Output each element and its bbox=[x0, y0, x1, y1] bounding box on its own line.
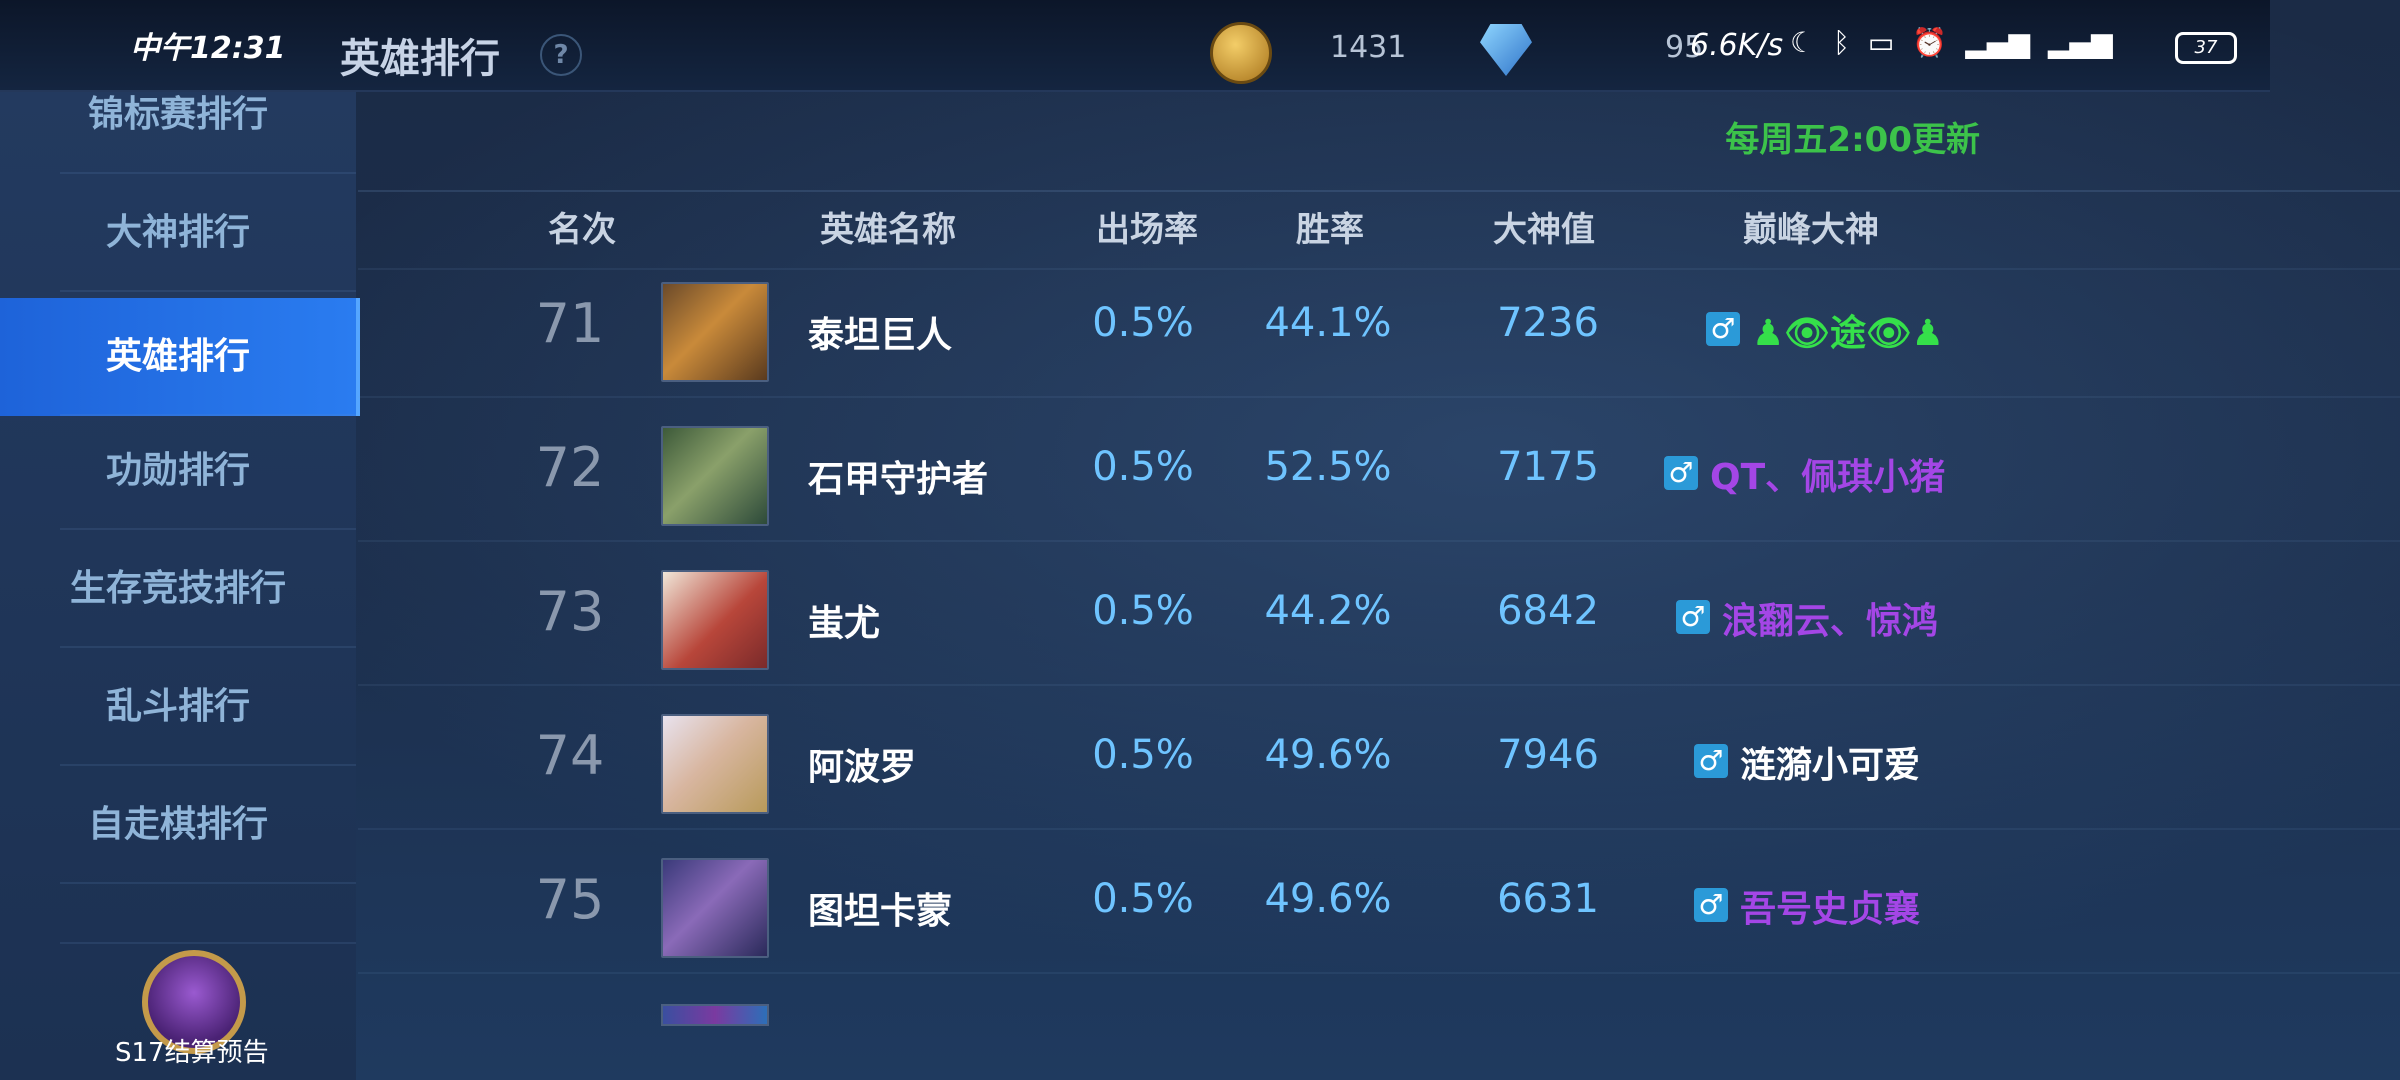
top-player[interactable]: ♟👁途👁♟ bbox=[1752, 304, 1944, 356]
divider bbox=[358, 972, 2400, 974]
male-icon: ♂ bbox=[1676, 600, 1710, 634]
help-icon[interactable]: ? bbox=[540, 34, 582, 76]
sidebar: 锦标赛排行 大神排行 英雄排行 功勋排行 生存竞技排行 乱斗排行 自走棋排行 S… bbox=[0, 92, 360, 1080]
battery-icon: 37 bbox=[2175, 32, 2237, 64]
page-title: 英雄排行 bbox=[340, 36, 500, 82]
gold-coin-icon bbox=[1210, 22, 1272, 84]
hero-name[interactable]: 泰坦巨人 bbox=[808, 306, 952, 358]
column-pick-rate: 出场率 bbox=[1096, 210, 1198, 250]
system-icons: ☾ ᛒ ▭ ⏰ ▂▄▆ ▂▄▆ bbox=[1790, 26, 2112, 59]
signal-icon-2: ▂▄▆ bbox=[2047, 26, 2113, 59]
male-icon: ♂ bbox=[1694, 744, 1728, 778]
top-player[interactable]: 吾号史贞襄 bbox=[1740, 880, 1920, 932]
net-speed: 6.6K/s bbox=[1690, 28, 1784, 63]
sidebar-item-autochess[interactable]: 自走棋排行 bbox=[0, 766, 356, 884]
moon-icon: ☾ bbox=[1790, 26, 1816, 59]
score: 6842 bbox=[1497, 588, 1599, 634]
hero-avatar-apollo[interactable] bbox=[661, 714, 769, 814]
alarm-icon: ⏰ bbox=[1912, 26, 1948, 59]
hero-name[interactable]: 蚩尤 bbox=[808, 594, 880, 646]
pick-rate: 0.5% bbox=[1092, 444, 1194, 490]
rank-74: 74 bbox=[535, 724, 605, 787]
rank-71: 71 bbox=[535, 292, 605, 355]
hero-avatar-partial[interactable] bbox=[661, 1004, 769, 1026]
hero-avatar-chiyou[interactable] bbox=[661, 570, 769, 670]
score: 6631 bbox=[1497, 876, 1599, 922]
signal-icon: ▂▄▆ bbox=[1965, 26, 2030, 59]
win-rate: 44.1% bbox=[1264, 300, 1392, 346]
top-player[interactable]: 浪翻云、惊鸿 bbox=[1722, 592, 1938, 644]
hero-avatar-tutankhamun[interactable] bbox=[661, 858, 769, 958]
diamond-icon bbox=[1480, 24, 1532, 76]
column-score: 大神值 bbox=[1493, 210, 1595, 250]
pick-rate: 0.5% bbox=[1092, 732, 1194, 778]
update-note: 每周五2:00更新 bbox=[1725, 120, 1980, 160]
hero-avatar-stone-guardian[interactable] bbox=[661, 426, 769, 526]
win-rate: 49.6% bbox=[1264, 876, 1392, 922]
hero-name[interactable]: 图坦卡蒙 bbox=[808, 882, 952, 934]
sidebar-item-hero[interactable]: 英雄排行 bbox=[0, 298, 360, 416]
divider bbox=[358, 190, 2400, 192]
sidebar-item-brawl[interactable]: 乱斗排行 bbox=[0, 648, 356, 766]
sidebar-item-survival[interactable]: 生存竞技排行 bbox=[0, 530, 356, 648]
column-win-rate: 胜率 bbox=[1296, 210, 1364, 250]
column-rank: 名次 bbox=[548, 210, 616, 250]
divider bbox=[358, 828, 2400, 830]
score: 7175 bbox=[1497, 444, 1599, 490]
win-rate: 49.6% bbox=[1264, 732, 1392, 778]
hero-name[interactable]: 阿波罗 bbox=[808, 738, 916, 790]
sidebar-item-tournament[interactable]: 锦标赛排行 bbox=[0, 56, 356, 174]
rank-73: 73 bbox=[535, 580, 605, 643]
sidebar-item-more[interactable] bbox=[0, 884, 356, 944]
divider bbox=[358, 540, 2400, 542]
rank-72: 72 bbox=[535, 436, 605, 499]
rank-75: 75 bbox=[535, 868, 605, 931]
male-icon: ♂ bbox=[1664, 456, 1698, 490]
column-hero-name: 英雄名称 bbox=[820, 210, 956, 250]
sidebar-item-master[interactable]: 大神排行 bbox=[0, 174, 356, 292]
season-label[interactable]: S17结算预告 bbox=[115, 1032, 269, 1069]
column-top-player: 巅峰大神 bbox=[1743, 210, 1879, 250]
top-player[interactable]: 涟漪小可爱 bbox=[1740, 736, 1920, 788]
win-rate: 52.5% bbox=[1264, 444, 1392, 490]
coin-count: 1431 bbox=[1330, 30, 1407, 65]
male-icon: ♂ bbox=[1706, 312, 1740, 346]
divider bbox=[358, 684, 2400, 686]
hero-name[interactable]: 石甲守护者 bbox=[808, 450, 988, 502]
score: 7236 bbox=[1497, 300, 1599, 346]
win-rate: 44.2% bbox=[1264, 588, 1392, 634]
pick-rate: 0.5% bbox=[1092, 876, 1194, 922]
hero-avatar-titan[interactable] bbox=[661, 282, 769, 382]
top-player[interactable]: QT、佩琪小猪 bbox=[1710, 448, 1945, 500]
pick-rate: 0.5% bbox=[1092, 300, 1194, 346]
sidebar-item-merit[interactable]: 功勋排行 bbox=[0, 412, 356, 530]
pick-rate: 0.5% bbox=[1092, 588, 1194, 634]
vibrate-icon: ▭ bbox=[1867, 26, 1895, 59]
bluetooth-icon: ᛒ bbox=[1833, 26, 1850, 59]
hero-ranking-panel: 每周五2:00更新 名次 英雄名称 出场率 胜率 大神值 巅峰大神 71 泰坦巨… bbox=[358, 92, 2400, 1080]
male-icon: ♂ bbox=[1694, 888, 1728, 922]
score: 7946 bbox=[1497, 732, 1599, 778]
divider bbox=[358, 396, 2400, 398]
divider bbox=[358, 268, 2400, 270]
